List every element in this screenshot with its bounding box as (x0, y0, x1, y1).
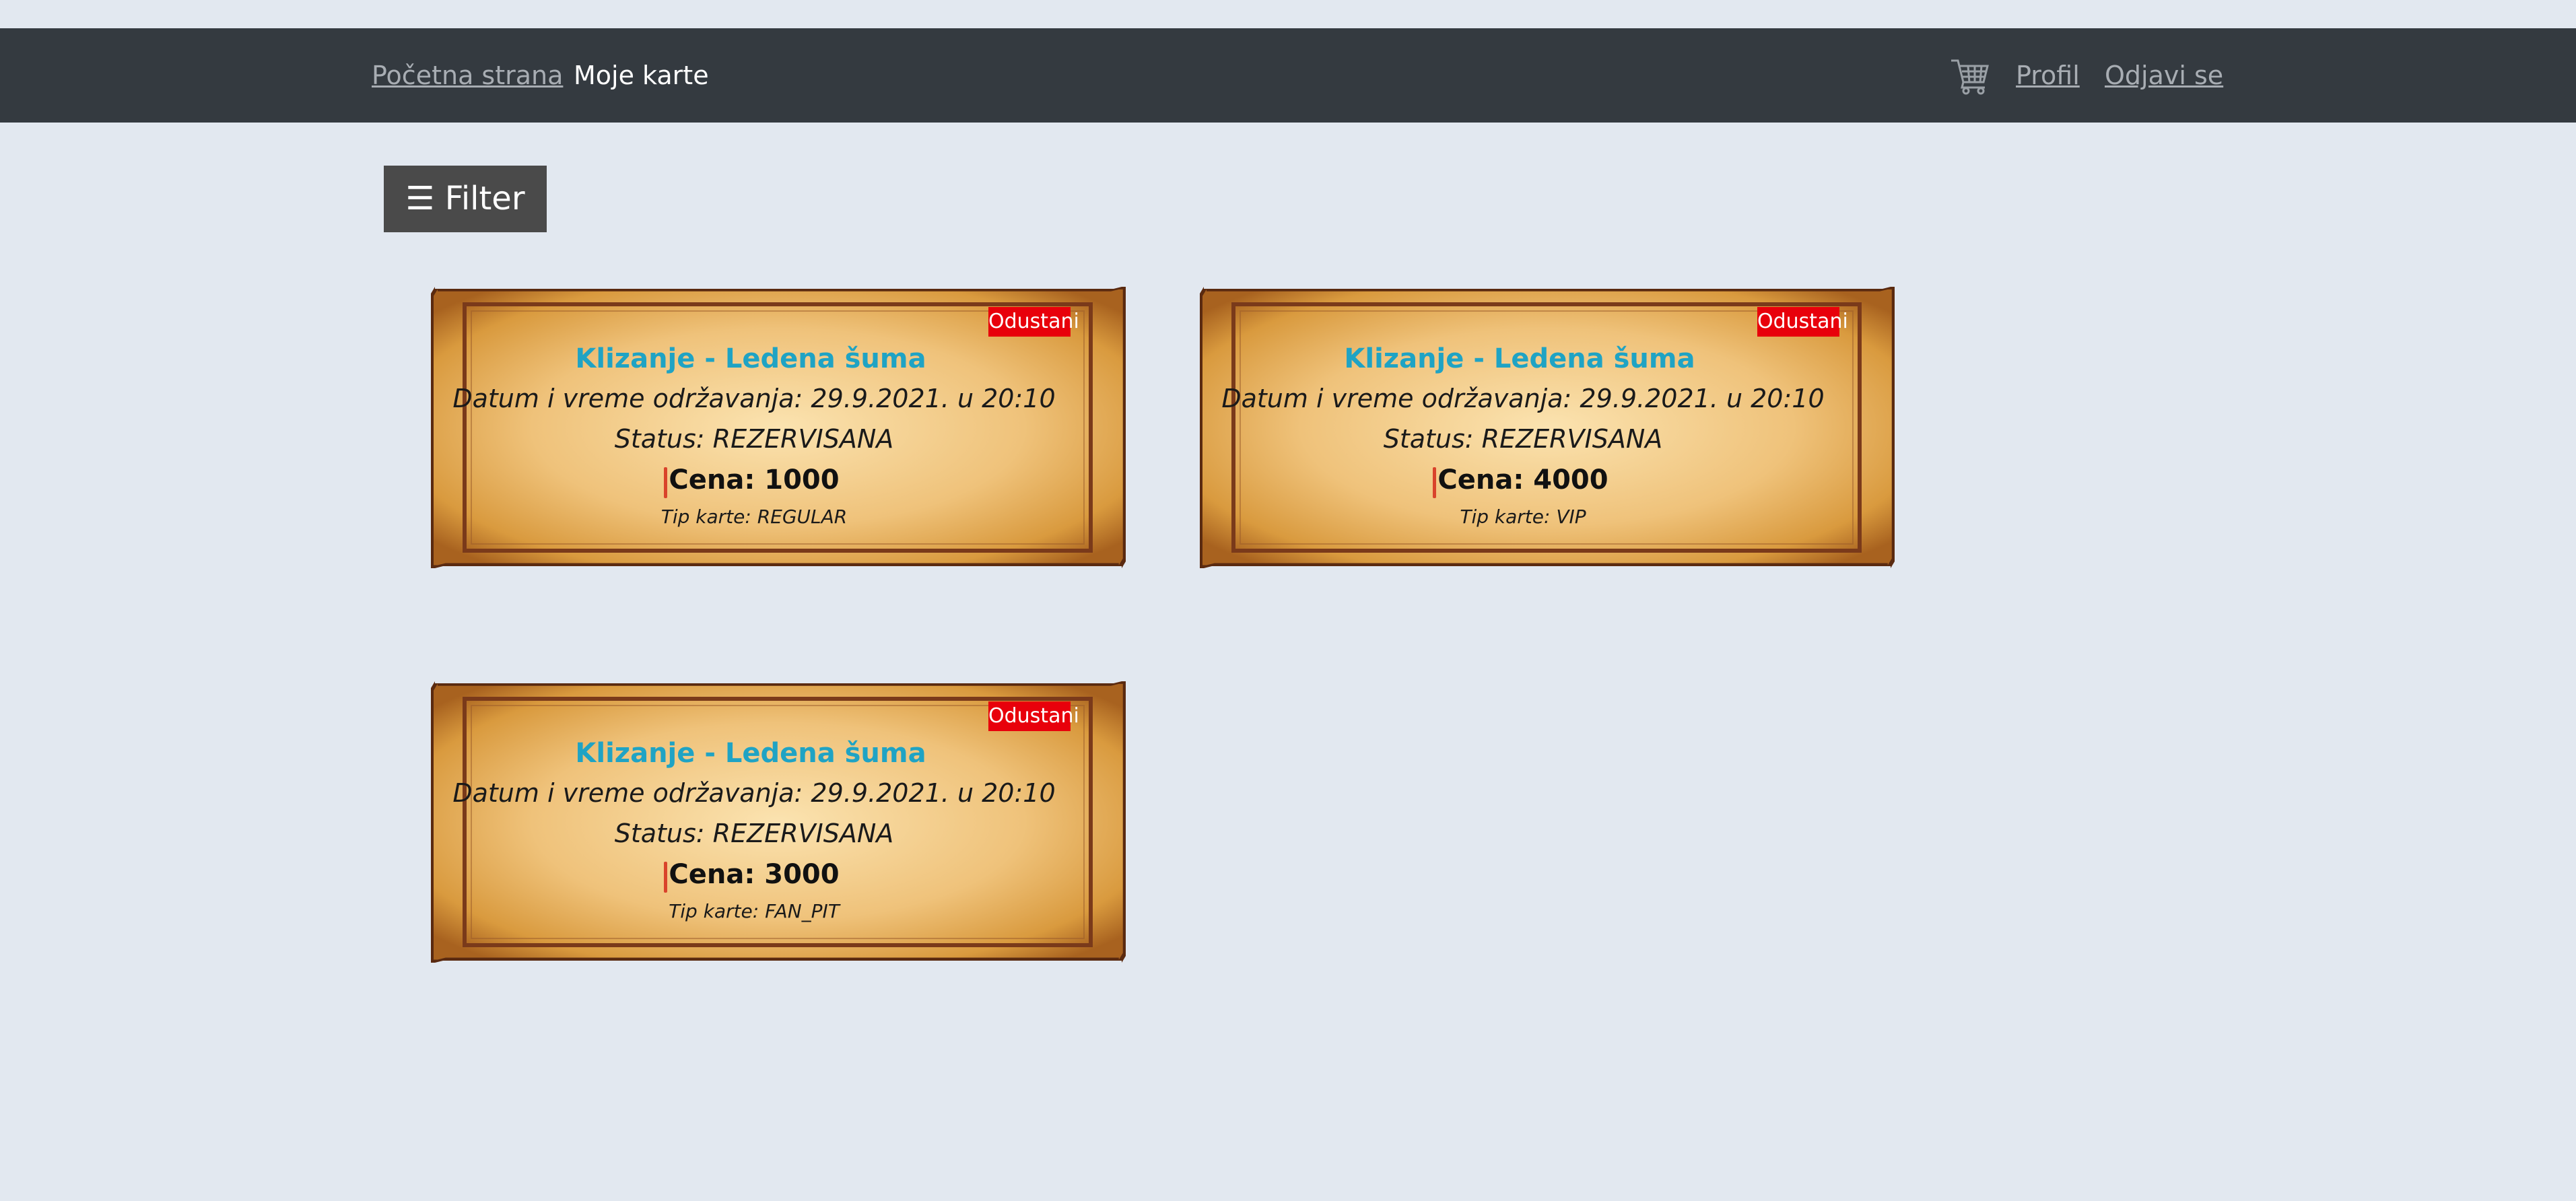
nav-link-my-tickets[interactable]: Moje karte (574, 61, 709, 90)
event-date: Datum i vreme održavanja: 29.9.2021. u 2… (452, 384, 1056, 413)
cancel-button[interactable]: Odustani (988, 307, 1079, 337)
ticket-type: Tip karte: VIP (1460, 506, 1586, 528)
nav-link-home[interactable]: Početna strana (372, 61, 563, 90)
top-navbar: Početna strana Moje karte Profil Odjavi … (0, 28, 2576, 123)
event-date: Datum i vreme održavanja: 29.9.2021. u 2… (452, 778, 1056, 808)
ticket-type: Tip karte: FAN_PIT (669, 900, 840, 922)
shopping-cart-icon[interactable] (1950, 57, 1990, 96)
event-date: Datum i vreme održavanja: 29.9.2021. u 2… (1221, 384, 1825, 413)
ticket-status: Status: REZERVISANA (614, 819, 894, 848)
ticket-price: Cena: 1000 (669, 465, 840, 495)
nav-link-profile[interactable]: Profil (2016, 61, 2080, 90)
ticket-status: Status: REZERVISANA (614, 424, 894, 454)
ticket-price: Cena: 3000 (669, 859, 840, 890)
ticket-type: Tip karte: REGULAR (660, 506, 848, 528)
ticket-card: Odustani Klizanje - Ledena šuma Datum i … (431, 281, 1126, 574)
ticket-card: Odustani Klizanje - Ledena šuma Datum i … (1200, 281, 1895, 574)
event-title: Klizanje - Ledena šuma (575, 343, 926, 374)
ticket-status: Status: REZERVISANA (1383, 424, 1663, 454)
event-title: Klizanje - Ledena šuma (1344, 343, 1695, 374)
cancel-button[interactable]: Odustani (1757, 307, 1848, 337)
ticket-price: Cena: 4000 (1437, 465, 1608, 495)
filter-button[interactable]: ☰ Filter (384, 166, 547, 232)
event-title: Klizanje - Ledena šuma (575, 738, 926, 769)
cancel-button[interactable]: Odustani (988, 701, 1079, 731)
ticket-card: Odustani Klizanje - Ledena šuma Datum i … (431, 676, 1126, 968)
nav-link-logout[interactable]: Odjavi se (2105, 61, 2223, 90)
